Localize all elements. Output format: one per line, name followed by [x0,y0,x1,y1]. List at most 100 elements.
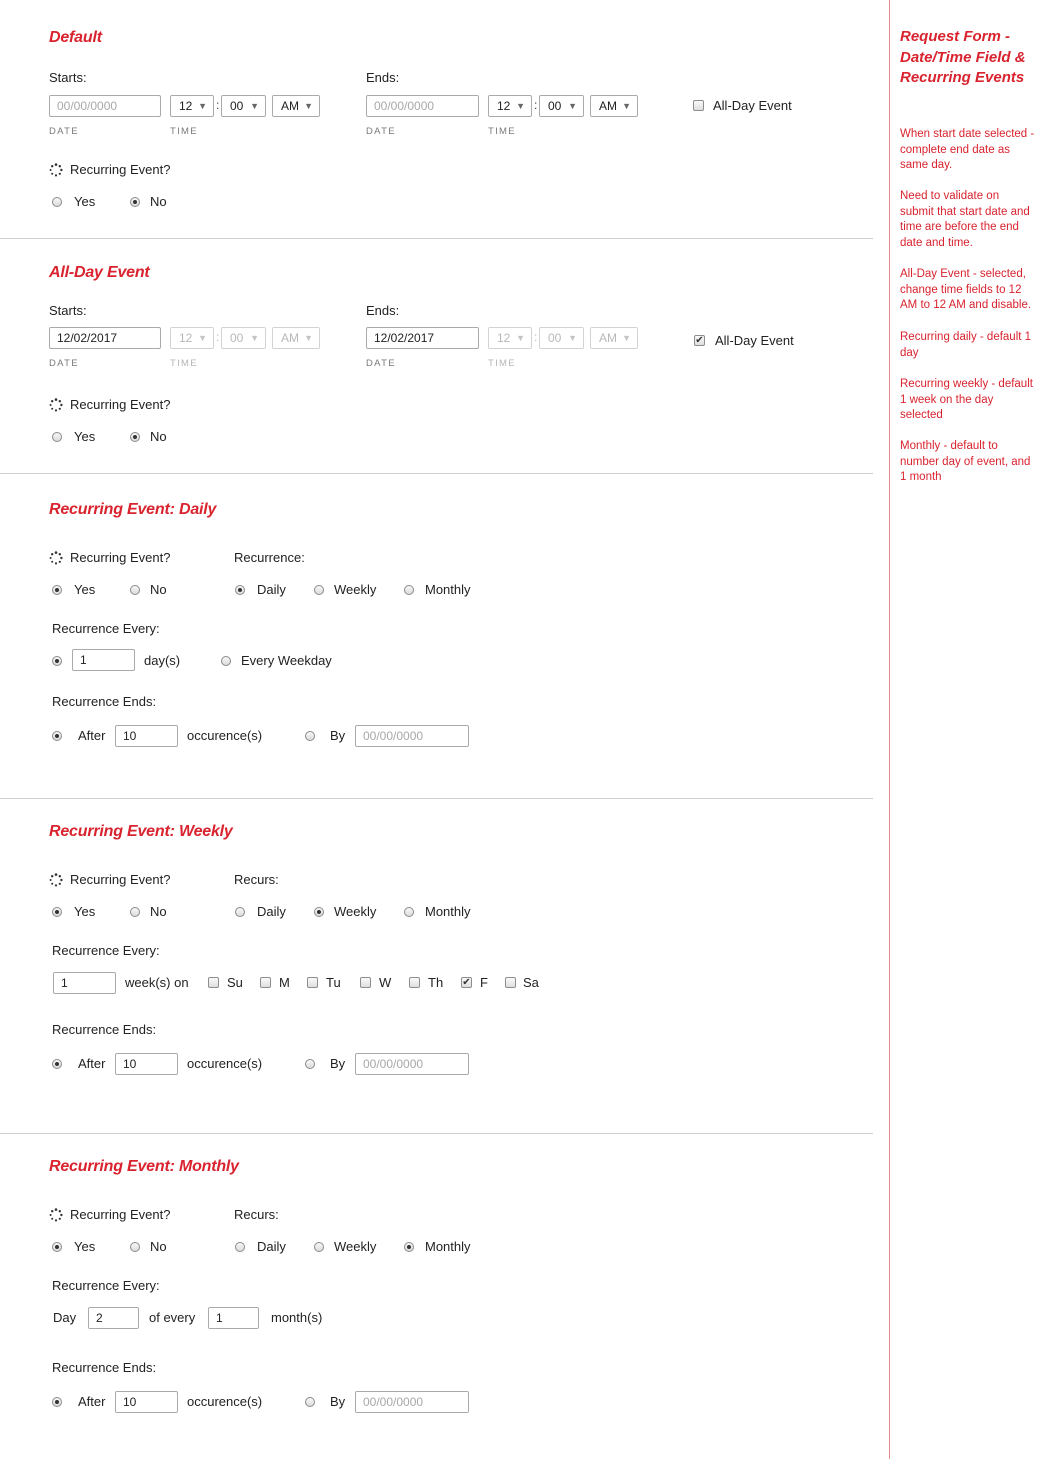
of-every-label: of every [149,1310,196,1325]
ends-by-radio[interactable] [305,1059,315,1069]
section-title-weekly: Recurring Event: Weekly [49,823,233,840]
day-label-m: M [279,975,290,990]
recurring-no-radio[interactable] [130,197,140,207]
every-n-days-radio[interactable] [52,656,62,666]
after-occurrences-input[interactable]: 10 [115,1053,178,1075]
end-hour-value: 12 [497,99,511,113]
day-checkbox-su[interactable] [208,977,219,988]
ends-by-date-input[interactable]: 00/00/0000 [355,725,469,747]
day-checkbox-w[interactable] [360,977,371,988]
every-months-input[interactable]: 1 [208,1307,259,1329]
recurrence-monthly-label: Monthly [425,582,471,597]
after-label: After [78,1394,106,1409]
note-validate: Need to validate on submit that start da… [900,189,1048,251]
recurrence-monthly-label: Monthly [425,1239,471,1254]
ends-after-radio[interactable] [52,1059,62,1069]
all-day-checkbox[interactable]: ✔ [694,335,705,346]
notes-title-line: Recurring Events [900,69,1025,86]
end-hour-value: 12 [497,331,511,345]
start-ampm-select[interactable]: AM ▼ [272,327,320,349]
chevron-down-icon: ▼ [304,101,313,111]
recurrence-daily-label: Daily [257,904,286,919]
end-ampm-select[interactable]: AM ▼ [590,95,638,117]
note-line: day [900,346,919,359]
every-days-input[interactable]: 1 [72,649,135,671]
section-divider [0,473,873,474]
recurring-no-label: No [150,194,167,209]
start-hour-value: 12 [179,331,193,345]
recurring-yes-label: Yes [74,904,96,919]
start-hour-select[interactable]: 12 ▼ [170,95,214,117]
end-ampm-select[interactable]: AM ▼ [590,327,638,349]
recurrence-weekly-radio[interactable] [314,907,324,917]
section-title-all-day: All-Day Event [49,264,150,281]
ends-by-radio[interactable] [305,1397,315,1407]
ends-after-radio[interactable] [52,1397,62,1407]
after-occurrences-input[interactable]: 10 [115,1391,178,1413]
recurring-spinner-icon [49,398,63,412]
recurring-no-radio[interactable] [130,907,140,917]
time-colon: : [534,330,538,344]
day-checkbox-tu[interactable] [307,977,318,988]
day-checkbox-sa[interactable] [505,977,516,988]
ends-by-date-input[interactable]: 00/00/0000 [355,1391,469,1413]
ends-by-radio[interactable] [305,731,315,741]
recurring-yes-radio[interactable] [52,907,62,917]
recurrence-daily-radio[interactable] [235,1242,245,1252]
recurrence-ends-label: Recurrence Ends: [52,694,157,709]
day-label-sa: Sa [523,975,539,990]
recurring-spinner-icon [49,873,63,887]
start-hour-select[interactable]: 12 ▼ [170,327,214,349]
start-date-input[interactable]: 12/02/2017 [49,327,161,349]
recurrence-weekly-radio[interactable] [314,1242,324,1252]
recurrence-daily-radio[interactable] [235,907,245,917]
every-weeks-input[interactable]: 1 [53,972,116,994]
end-hour-select[interactable]: 12 ▼ [488,95,532,117]
recurring-no-radio[interactable] [130,432,140,442]
recurrence-monthly-radio[interactable] [404,1242,414,1252]
start-minute-select[interactable]: 00 ▼ [221,327,266,349]
recurrence-daily-label: Daily [257,1239,286,1254]
every-weekday-radio[interactable] [221,656,231,666]
note-line: date and time. [900,236,973,249]
end-date-input[interactable]: 12/02/2017 [366,327,479,349]
day-checkbox-th[interactable] [409,977,420,988]
day-of-month-input[interactable]: 2 [88,1307,139,1329]
ends-after-radio[interactable] [52,731,62,741]
end-hour-select[interactable]: 12 ▼ [488,327,532,349]
recurrence-monthly-radio[interactable] [404,585,414,595]
recurring-no-radio[interactable] [130,1242,140,1252]
recurring-yes-radio[interactable] [52,197,62,207]
start-minute-select[interactable]: 00 ▼ [221,95,266,117]
end-date-input[interactable]: 00/00/0000 [366,95,479,117]
start-ampm-select[interactable]: AM ▼ [272,95,320,117]
by-label: By [330,1056,346,1071]
checkmark-icon: ✔ [695,335,704,346]
day-checkbox-f[interactable]: ✔ [461,977,472,988]
ends-by-date-input[interactable]: 00/00/0000 [355,1053,469,1075]
note-line: complete end date as [900,143,1010,156]
recurring-yes-radio[interactable] [52,1242,62,1252]
time-caption: TIME [170,358,198,369]
day-checkbox-m[interactable] [260,977,271,988]
end-minute-select[interactable]: 00 ▼ [539,327,584,349]
start-hour-value: 12 [179,99,193,113]
note-line: same day. [900,159,953,171]
form-mockup: Default Starts: 00/00/0000 12 ▼ : 00 ▼ AM ▼… [0,0,888,1459]
end-minute-select[interactable]: 00 ▼ [539,95,584,117]
recurrence-weekly-radio[interactable] [314,585,324,595]
time-caption: TIME [488,358,516,369]
chevron-down-icon: ▼ [622,333,631,343]
days-label: day(s) [144,653,181,668]
recurrence-daily-radio[interactable] [235,585,245,595]
recurrence-monthly-radio[interactable] [404,907,414,917]
all-day-checkbox[interactable] [693,100,704,111]
start-ampm-value: AM [281,99,299,113]
recurrence-every-label: Recurrence Every: [52,943,160,958]
start-date-input[interactable]: 00/00/0000 [49,95,161,117]
recurring-yes-radio[interactable] [52,432,62,442]
recurring-no-radio[interactable] [130,585,140,595]
recurring-yes-radio[interactable] [52,585,62,595]
after-occurrences-input[interactable]: 10 [115,725,178,747]
note-line: submit that start date and [900,205,1030,218]
